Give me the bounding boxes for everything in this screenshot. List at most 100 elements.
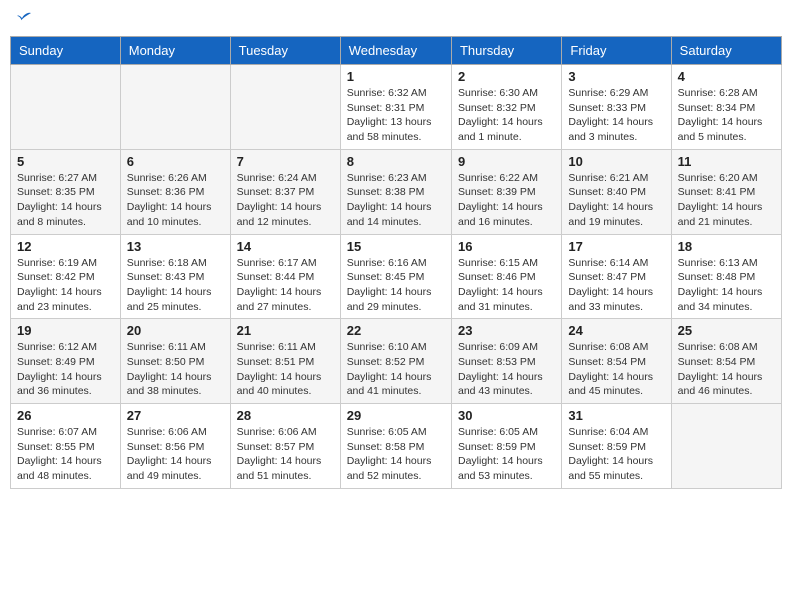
day-info: Sunrise: 6:15 AMSunset: 8:46 PMDaylight:…: [458, 256, 555, 315]
calendar-cell: 23 Sunrise: 6:09 AMSunset: 8:53 PMDayligh…: [451, 319, 561, 404]
day-info: Sunrise: 6:14 AMSunset: 8:47 PMDaylight:…: [568, 256, 664, 315]
calendar-cell: 13Sunrise: 6:18 AMSunset: 8:43 PMDayligh…: [120, 234, 230, 319]
day-number: 29: [347, 408, 445, 423]
day-info: Sunrise: 6:09 AMSunset: 8:53 PMDaylight:…: [458, 340, 555, 399]
day-info: Sunrise: 6:21 AMSunset: 8:40 PMDaylight:…: [568, 171, 664, 230]
calendar-cell: 10 Sunrise: 6:21 AMSunset: 8:40 PMDayligh…: [562, 149, 671, 234]
day-number: 23: [458, 323, 555, 338]
calendar-cell: 20 Sunrise: 6:11 AMSunset: 8:50 PMDayligh…: [120, 319, 230, 404]
calendar-week-5: 26 Sunrise: 6:07 AMSunset: 8:55 PMDayligh…: [11, 404, 782, 489]
day-number: 18: [678, 239, 775, 254]
calendar-cell: 15Sunrise: 6:16 AMSunset: 8:45 PMDayligh…: [340, 234, 451, 319]
calendar-cell: 30 Sunrise: 6:05 AMSunset: 8:59 PMDayligh…: [451, 404, 561, 489]
calendar-cell: 21 Sunrise: 6:11 AMSunset: 8:51 PMDayligh…: [230, 319, 340, 404]
day-number: 30: [458, 408, 555, 423]
day-info: Sunrise: 6:26 AMSunset: 8:36 PMDaylight:…: [127, 171, 224, 230]
day-info: Sunrise: 6:11 AMSunset: 8:51 PMDaylight:…: [237, 340, 334, 399]
day-info: Sunrise: 6:24 AMSunset: 8:37 PMDaylight:…: [237, 171, 334, 230]
calendar-week-1: 1 Sunrise: 6:32 AMSunset: 8:31 PMDaylight…: [11, 65, 782, 150]
day-info: Sunrise: 6:28 AMSunset: 8:34 PMDaylight:…: [678, 86, 775, 145]
calendar-cell: 16 Sunrise: 6:15 AMSunset: 8:46 PMDayligh…: [451, 234, 561, 319]
day-number: 22: [347, 323, 445, 338]
day-info: Sunrise: 6:11 AMSunset: 8:50 PMDaylight:…: [127, 340, 224, 399]
day-number: 2: [458, 69, 555, 84]
day-number: 25: [678, 323, 775, 338]
logo-bird-icon: [16, 10, 34, 28]
calendar-cell: 19 Sunrise: 6:12 AMSunset: 8:49 PMDayligh…: [11, 319, 121, 404]
day-number: 20: [127, 323, 224, 338]
calendar-cell: 8 Sunrise: 6:23 AMSunset: 8:38 PMDaylight…: [340, 149, 451, 234]
day-number: 5: [17, 154, 114, 169]
day-number: 21: [237, 323, 334, 338]
day-number: 4: [678, 69, 775, 84]
calendar-cell: [671, 404, 781, 489]
calendar-body: 1 Sunrise: 6:32 AMSunset: 8:31 PMDaylight…: [11, 65, 782, 489]
calendar-cell: 17 Sunrise: 6:14 AMSunset: 8:47 PMDayligh…: [562, 234, 671, 319]
day-info: Sunrise: 6:22 AMSunset: 8:39 PMDaylight:…: [458, 171, 555, 230]
calendar-week-4: 19 Sunrise: 6:12 AMSunset: 8:49 PMDayligh…: [11, 319, 782, 404]
day-info: Sunrise: 6:30 AMSunset: 8:32 PMDaylight:…: [458, 86, 555, 145]
page-header: [10, 10, 782, 28]
calendar-cell: 12Sunrise: 6:19 AMSunset: 8:42 PMDayligh…: [11, 234, 121, 319]
calendar-week-3: 12Sunrise: 6:19 AMSunset: 8:42 PMDayligh…: [11, 234, 782, 319]
day-number: 1: [347, 69, 445, 84]
day-number: 24: [568, 323, 664, 338]
day-info: Sunrise: 6:05 AMSunset: 8:59 PMDaylight:…: [458, 425, 555, 484]
day-info: Sunrise: 6:19 AMSunset: 8:42 PMDaylight:…: [17, 256, 114, 315]
weekday-header-sunday: Sunday: [11, 37, 121, 65]
calendar-cell: 1 Sunrise: 6:32 AMSunset: 8:31 PMDaylight…: [340, 65, 451, 150]
calendar-cell: 28Sunrise: 6:06 AMSunset: 8:57 PMDayligh…: [230, 404, 340, 489]
day-number: 10: [568, 154, 664, 169]
day-number: 14: [237, 239, 334, 254]
logo: [14, 10, 34, 28]
calendar-cell: 25 Sunrise: 6:08 AMSunset: 8:54 PMDayligh…: [671, 319, 781, 404]
calendar-cell: 6 Sunrise: 6:26 AMSunset: 8:36 PMDaylight…: [120, 149, 230, 234]
day-number: 15: [347, 239, 445, 254]
calendar-cell: [11, 65, 121, 150]
day-info: Sunrise: 6:29 AMSunset: 8:33 PMDaylight:…: [568, 86, 664, 145]
day-number: 8: [347, 154, 445, 169]
calendar-cell: [120, 65, 230, 150]
calendar-cell: [230, 65, 340, 150]
weekday-header-tuesday: Tuesday: [230, 37, 340, 65]
day-info: Sunrise: 6:32 AMSunset: 8:31 PMDaylight:…: [347, 86, 445, 145]
calendar-cell: 27 Sunrise: 6:06 AMSunset: 8:56 PMDayligh…: [120, 404, 230, 489]
calendar-cell: 31Sunrise: 6:04 AMSunset: 8:59 PMDayligh…: [562, 404, 671, 489]
day-number: 6: [127, 154, 224, 169]
calendar-cell: 2 Sunrise: 6:30 AMSunset: 8:32 PMDaylight…: [451, 65, 561, 150]
day-info: Sunrise: 6:08 AMSunset: 8:54 PMDaylight:…: [678, 340, 775, 399]
day-info: Sunrise: 6:10 AMSunset: 8:52 PMDaylight:…: [347, 340, 445, 399]
day-number: 16: [458, 239, 555, 254]
weekday-header-monday: Monday: [120, 37, 230, 65]
calendar-cell: 29Sunrise: 6:05 AMSunset: 8:58 PMDayligh…: [340, 404, 451, 489]
calendar-cell: 5 Sunrise: 6:27 AMSunset: 8:35 PMDaylight…: [11, 149, 121, 234]
day-number: 9: [458, 154, 555, 169]
day-info: Sunrise: 6:06 AMSunset: 8:56 PMDaylight:…: [127, 425, 224, 484]
day-number: 26: [17, 408, 114, 423]
day-number: 7: [237, 154, 334, 169]
calendar-cell: 7 Sunrise: 6:24 AMSunset: 8:37 PMDaylight…: [230, 149, 340, 234]
weekday-header-wednesday: Wednesday: [340, 37, 451, 65]
day-number: 17: [568, 239, 664, 254]
day-info: Sunrise: 6:06 AMSunset: 8:57 PMDaylight:…: [237, 425, 334, 484]
day-info: Sunrise: 6:12 AMSunset: 8:49 PMDaylight:…: [17, 340, 114, 399]
day-info: Sunrise: 6:23 AMSunset: 8:38 PMDaylight:…: [347, 171, 445, 230]
day-info: Sunrise: 6:27 AMSunset: 8:35 PMDaylight:…: [17, 171, 114, 230]
calendar-cell: 22 Sunrise: 6:10 AMSunset: 8:52 PMDayligh…: [340, 319, 451, 404]
calendar-cell: 26 Sunrise: 6:07 AMSunset: 8:55 PMDayligh…: [11, 404, 121, 489]
calendar-cell: 14Sunrise: 6:17 AMSunset: 8:44 PMDayligh…: [230, 234, 340, 319]
day-number: 19: [17, 323, 114, 338]
day-info: Sunrise: 6:13 AMSunset: 8:48 PMDaylight:…: [678, 256, 775, 315]
calendar-week-2: 5 Sunrise: 6:27 AMSunset: 8:35 PMDaylight…: [11, 149, 782, 234]
day-info: Sunrise: 6:07 AMSunset: 8:55 PMDaylight:…: [17, 425, 114, 484]
day-number: 27: [127, 408, 224, 423]
day-number: 13: [127, 239, 224, 254]
day-info: Sunrise: 6:20 AMSunset: 8:41 PMDaylight:…: [678, 171, 775, 230]
weekday-header-thursday: Thursday: [451, 37, 561, 65]
day-number: 11: [678, 154, 775, 169]
calendar-table: SundayMondayTuesdayWednesdayThursdayFrid…: [10, 36, 782, 489]
calendar-cell: 4 Sunrise: 6:28 AMSunset: 8:34 PMDaylight…: [671, 65, 781, 150]
day-info: Sunrise: 6:08 AMSunset: 8:54 PMDaylight:…: [568, 340, 664, 399]
calendar-header-row: SundayMondayTuesdayWednesdayThursdayFrid…: [11, 37, 782, 65]
calendar-cell: 3Sunrise: 6:29 AMSunset: 8:33 PMDaylight…: [562, 65, 671, 150]
